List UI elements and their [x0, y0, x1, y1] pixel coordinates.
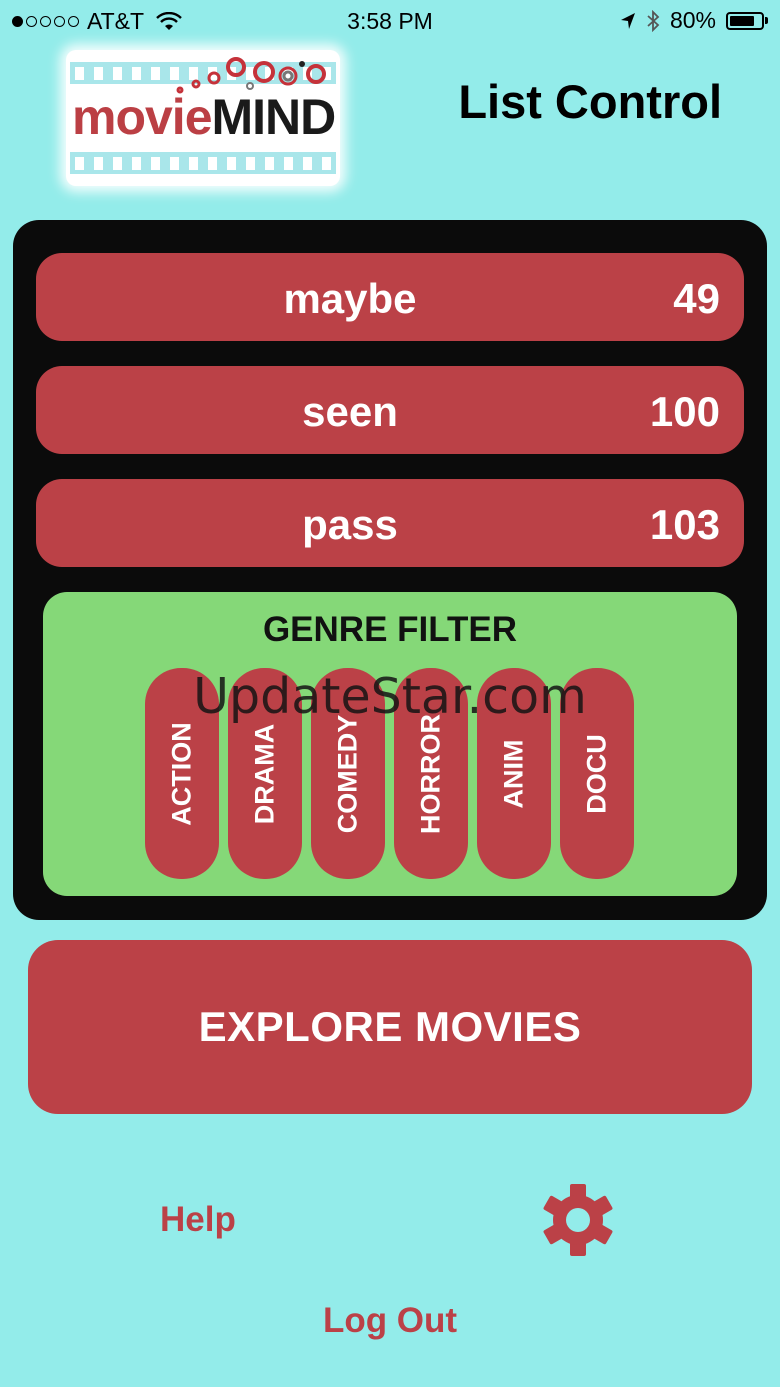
list-button-pass[interactable]: pass 103 [36, 479, 744, 567]
logo-wordmark: movieMIND [72, 89, 336, 145]
genre-button-row: ACTION DRAMA COMEDY HORROR ANIM DOCU [145, 668, 634, 879]
status-right: 80% [620, 7, 768, 34]
film-strip-bottom [70, 152, 336, 174]
gear-icon[interactable] [542, 1184, 614, 1256]
genre-button-drama[interactable]: DRAMA [228, 668, 302, 879]
genre-filter-panel: GENRE FILTER ACTION DRAMA COMEDY HORROR … [43, 592, 737, 896]
genre-button-anim[interactable]: ANIM [477, 668, 551, 879]
list-label: maybe [283, 275, 417, 322]
list-count: 103 [649, 501, 720, 548]
list-label: pass [302, 501, 398, 548]
genre-button-comedy[interactable]: COMEDY [311, 668, 385, 879]
battery-percentage: 80% [669, 7, 716, 33]
moviemind-logo: movieMIND [66, 50, 340, 186]
list-label: seen [302, 388, 398, 435]
help-link[interactable]: Help [160, 1200, 236, 1240]
status-bar: AT&T 3:58 PM 80% [0, 0, 780, 42]
logout-link[interactable]: Log Out [0, 1301, 780, 1341]
list-button-seen[interactable]: seen 100 [36, 366, 744, 454]
battery-icon [726, 11, 768, 30]
list-count: 49 [673, 275, 720, 322]
list-count: 100 [649, 388, 720, 435]
page-title: List Control [458, 75, 722, 128]
list-control-panel: maybe 49 seen 100 pass 103 GENRE FILTER … [13, 220, 767, 920]
genre-filter-title: GENRE FILTER [262, 610, 518, 649]
bluetooth-icon [647, 9, 660, 32]
genre-button-docu[interactable]: DOCU [560, 668, 634, 879]
location-arrow-icon [620, 12, 635, 29]
genre-button-action[interactable]: ACTION [145, 668, 219, 879]
list-button-maybe[interactable]: maybe 49 [36, 253, 744, 341]
explore-movies-button[interactable]: EXPLORE MOVIES [28, 940, 752, 1114]
genre-button-horror[interactable]: HORROR [394, 668, 468, 879]
